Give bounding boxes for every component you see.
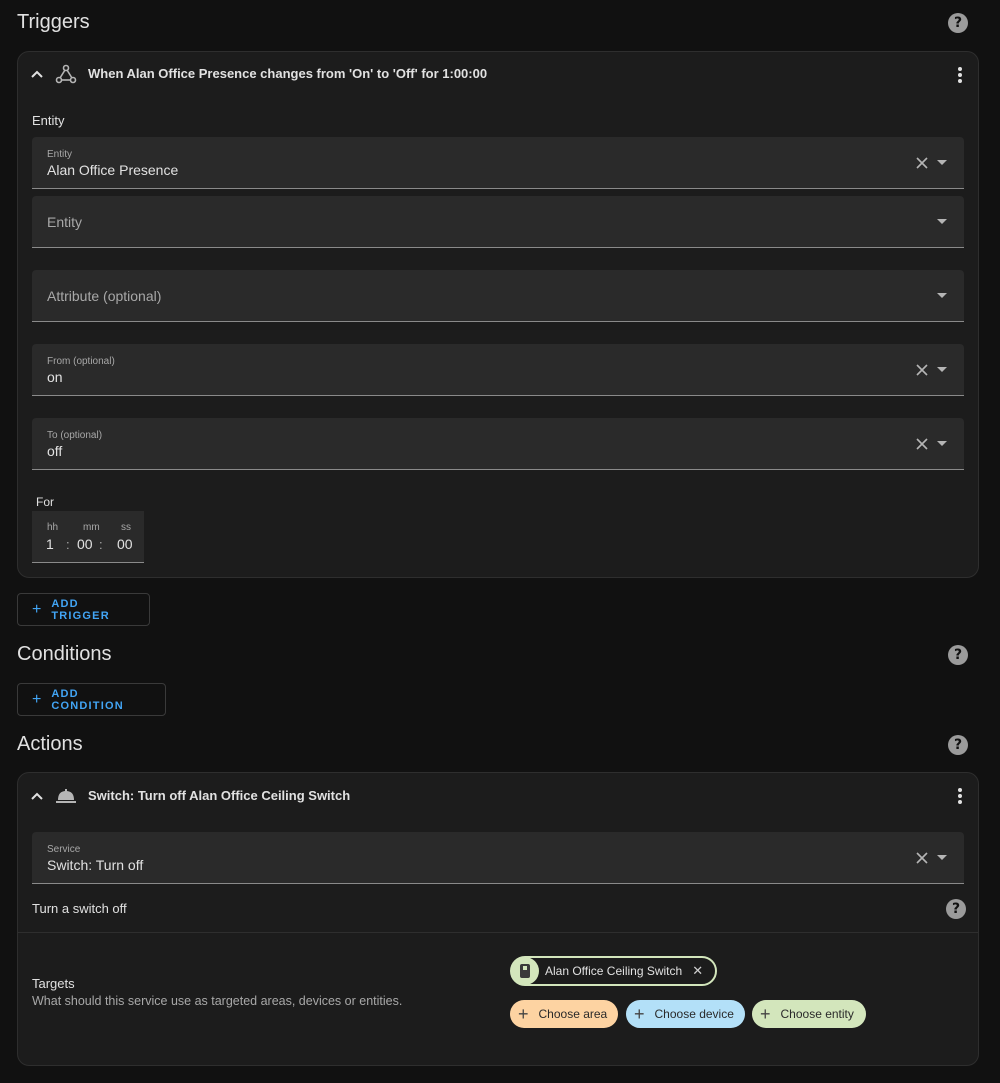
targets-description: What should this service use as targeted…	[32, 994, 403, 1008]
hh-label: hh	[47, 522, 59, 533]
clear-icon[interactable]	[915, 437, 929, 451]
triggers-help-icon[interactable]: ?	[948, 13, 968, 33]
dropdown-caret-icon[interactable]	[937, 367, 947, 372]
service-help-icon[interactable]: ?	[946, 899, 966, 919]
add-condition-label: ADD CONDITION	[51, 687, 124, 712]
ss-label: ss	[121, 522, 131, 533]
from-field-value: on	[47, 369, 63, 385]
trigger-menu-icon[interactable]	[958, 67, 962, 85]
from-field[interactable]: From (optional) on	[32, 344, 964, 396]
entity-field[interactable]: Entity Alan Office Presence	[32, 137, 964, 189]
entity-field-value: Alan Office Presence	[47, 162, 179, 178]
time-separator: :	[99, 537, 103, 552]
seconds-input[interactable]: 00	[117, 536, 133, 552]
remove-chip-icon[interactable]: ✕	[692, 963, 703, 979]
entity-field-label: Entity	[47, 149, 73, 160]
divider	[18, 932, 978, 933]
to-field-value: off	[47, 443, 63, 459]
collapse-chevron-icon[interactable]	[30, 789, 44, 803]
entity-field-2[interactable]: Entity	[32, 196, 964, 248]
attribute-field[interactable]: Attribute (optional)	[32, 270, 964, 322]
service-bell-icon	[56, 789, 76, 803]
choose-entity-label: Choose entity	[780, 1007, 854, 1021]
to-field-label: To (optional)	[47, 430, 103, 441]
choose-area-label: Choose area	[538, 1007, 608, 1021]
add-condition-button[interactable]: + ADD CONDITION	[17, 683, 166, 716]
action-header-title[interactable]: Switch: Turn off Alan Office Ceiling Swi…	[88, 788, 350, 803]
conditions-help-icon[interactable]: ?	[948, 645, 968, 665]
actions-title: Actions	[17, 733, 83, 755]
choose-device-chip[interactable]: + Choose device	[626, 1000, 745, 1028]
from-field-label: From (optional)	[47, 356, 115, 367]
plus-icon: +	[760, 1003, 771, 1024]
minutes-input[interactable]: 00	[77, 536, 93, 552]
time-separator: :	[66, 537, 70, 552]
dropdown-caret-icon[interactable]	[937, 160, 947, 165]
duration-input[interactable]: hh mm ss 1 : 00 : 00	[32, 511, 144, 563]
action-menu-icon[interactable]	[958, 788, 962, 806]
add-trigger-button[interactable]: + ADD TRIGGER	[17, 593, 150, 626]
plus-icon: +	[32, 690, 42, 708]
choose-device-label: Choose device	[654, 1007, 734, 1021]
for-label: For	[36, 495, 54, 509]
trigger-card: When Alan Office Presence changes from '…	[17, 51, 979, 578]
mm-label: mm	[83, 522, 100, 533]
trigger-header-title[interactable]: When Alan Office Presence changes from '…	[88, 66, 487, 81]
actions-help-icon[interactable]: ?	[948, 735, 968, 755]
entity-field-2-placeholder: Entity	[47, 214, 83, 230]
state-trigger-icon	[55, 64, 77, 84]
attribute-field-placeholder: Attribute (optional)	[47, 288, 162, 304]
dropdown-caret-icon[interactable]	[937, 219, 947, 224]
triggers-title: Triggers	[17, 11, 90, 33]
service-description: Turn a switch off	[32, 901, 127, 916]
plus-icon: +	[634, 1003, 645, 1024]
entity-chip-label: Alan Office Ceiling Switch	[545, 964, 683, 978]
action-card: Switch: Turn off Alan Office Ceiling Swi…	[17, 772, 979, 1066]
service-field-label: Service	[47, 844, 81, 855]
to-field[interactable]: To (optional) off	[32, 418, 964, 470]
service-field-value: Switch: Turn off	[47, 857, 144, 873]
service-field[interactable]: Service Switch: Turn off	[32, 832, 964, 884]
dropdown-caret-icon[interactable]	[937, 441, 947, 446]
switch-icon	[511, 957, 539, 985]
targets-title: Targets	[32, 976, 75, 991]
plus-icon: +	[518, 1003, 529, 1024]
add-trigger-label: ADD TRIGGER	[51, 597, 110, 622]
entity-chip[interactable]: Alan Office Ceiling Switch ✕	[510, 956, 718, 986]
hours-input[interactable]: 1	[46, 536, 54, 552]
dropdown-caret-icon[interactable]	[937, 293, 947, 298]
plus-icon: +	[32, 600, 42, 618]
choose-area-chip[interactable]: + Choose area	[510, 1000, 618, 1028]
collapse-chevron-icon[interactable]	[30, 67, 44, 81]
clear-icon[interactable]	[915, 363, 929, 377]
clear-icon[interactable]	[915, 156, 929, 170]
clear-icon[interactable]	[915, 851, 929, 865]
conditions-title: Conditions	[17, 643, 112, 665]
dropdown-caret-icon[interactable]	[937, 855, 947, 860]
trigger-section-label: Entity	[32, 113, 65, 128]
choose-entity-chip[interactable]: + Choose entity	[752, 1000, 866, 1028]
